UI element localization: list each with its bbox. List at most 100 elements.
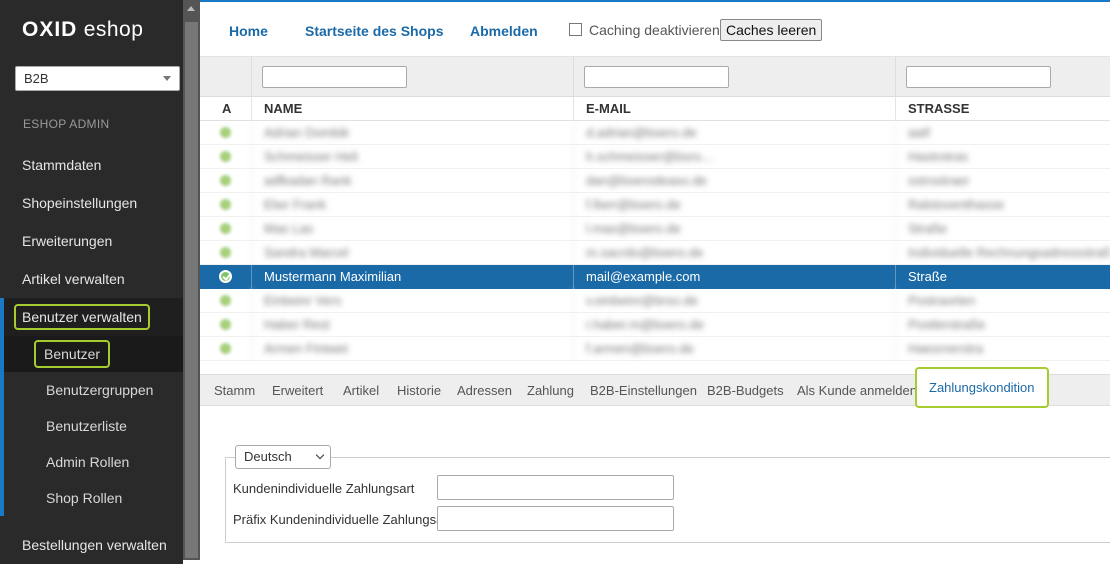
language-select[interactable]: Deutsch <box>235 445 331 469</box>
table-row[interactable]: adfkadan Rank dan@bserodeaso.de sstrostr… <box>200 169 1110 193</box>
active-cell <box>200 265 251 289</box>
filter-row <box>200 57 1110 97</box>
nav-item-benutzer-verwalten[interactable]: Benutzer verwalten <box>0 298 183 336</box>
tab-erweitert[interactable]: Erweitert <box>272 375 323 406</box>
table-row[interactable]: Haber Rest r.haber.m@bsero.de Postlerstr… <box>200 313 1110 337</box>
street-cell: Haesrnerstra <box>895 337 1110 361</box>
email-cell: mail@example.com <box>573 265 895 289</box>
nav-item-erweiterungen[interactable]: Erweiterungen <box>0 222 183 260</box>
name-cell: Schmeisser Heli <box>251 145 573 169</box>
caching-checkbox[interactable] <box>569 23 582 36</box>
column-header-active[interactable]: A <box>200 97 251 121</box>
payment-method-input[interactable] <box>437 475 674 500</box>
subnav-item-benutzerliste[interactable]: Benutzerliste <box>0 408 183 444</box>
street-cell: Postraorten <box>895 289 1110 313</box>
street-cell: aatf <box>895 121 1110 145</box>
top-bar: Home Startseite des Shops Abmelden Cachi… <box>200 0 1110 57</box>
name-cell: Sandra Marcel <box>251 241 573 265</box>
name-cell: adfkadan Rank <box>251 169 573 193</box>
nav-item-shopeinstellungen[interactable]: Shopeinstellungen <box>0 184 183 222</box>
payment-prefix-label: Präfix Kundenindividuelle Zahlungsart <box>233 512 452 527</box>
table-row[interactable]: Adrian Dombik d.adrian@bsero.de aatf <box>200 121 1110 145</box>
table-row[interactable]: Sandra Marcel m.sacrdo@bsero.de Individu… <box>200 241 1110 265</box>
active-status-icon <box>220 199 231 210</box>
nav-item-stammdaten[interactable]: Stammdaten <box>0 146 183 184</box>
caching-label: Caching deaktivieren <box>589 22 720 38</box>
column-header-email[interactable]: E-MAIL <box>573 97 895 121</box>
tab-stamm[interactable]: Stamm <box>214 375 255 406</box>
logo-light-text: eshop <box>83 18 144 41</box>
email-cell: f.llwrr@bsero.de <box>573 193 895 217</box>
nav-item-label: Benutzer verwalten <box>14 304 150 330</box>
scrollbar-thumb[interactable] <box>185 22 198 558</box>
email-filter-input[interactable] <box>584 66 729 88</box>
table-row[interactable]: Mas Las l.mas@bsero.de Straße <box>200 217 1110 241</box>
tab-bar: Stamm Erweitert Artikel Historie Adresse… <box>200 367 1110 408</box>
name-cell: Mas Las <box>251 217 573 241</box>
tab-b2b-einstellungen[interactable]: B2B-Einstellungen <box>590 375 697 406</box>
table-row[interactable]: Elwr Frank f.llwrr@bsero.de Ralstoventha… <box>200 193 1110 217</box>
subnav-item-shop-rollen[interactable]: Shop Rollen <box>0 480 183 516</box>
active-cell <box>200 217 251 241</box>
oxid-logo[interactable]: OXID eshop <box>22 18 143 42</box>
shop-select-value: B2B <box>24 71 49 86</box>
email-cell: dan@bserodeaso.de <box>573 169 895 193</box>
tab-adressen[interactable]: Adressen <box>457 375 512 406</box>
nav-item-artikel-verwalten[interactable]: Artikel verwalten <box>0 260 183 298</box>
table-row-selected[interactable]: Mustermann Maximilian mail@example.com S… <box>200 265 1110 289</box>
nav-item-bestellungen-verwalten[interactable]: Bestellungen verwalten <box>0 526 183 564</box>
payment-prefix-input[interactable] <box>437 506 674 531</box>
name-cell: Armen Fintwet <box>251 337 573 361</box>
street-cell: sstrostraer <box>895 169 1110 193</box>
email-cell: h.schmeisser@bsro... <box>573 145 895 169</box>
street-filter-input[interactable] <box>906 66 1051 88</box>
street-cell: Individuelle Rechnungsadressstraße <box>895 241 1110 265</box>
column-header-street[interactable]: STRASSE <box>895 97 1110 121</box>
email-cell: v.einbeinr@brso.de <box>573 289 895 313</box>
active-status-icon <box>220 319 231 330</box>
active-status-icon <box>220 175 231 186</box>
table-row[interactable]: Armen Fintwet f.armen@bsero.de Haesrners… <box>200 337 1110 361</box>
section-label: ESHOP ADMIN <box>23 117 110 131</box>
tab-historie[interactable]: Historie <box>397 375 441 406</box>
scroll-up-arrow-icon[interactable] <box>187 6 195 11</box>
active-cell <box>200 289 251 313</box>
column-header-name[interactable]: NAME <box>251 97 573 121</box>
name-filter-input[interactable] <box>262 66 407 88</box>
payment-method-label: Kundenindividuelle Zahlungsart <box>233 481 415 496</box>
subnav-item-benutzer[interactable]: Benutzer <box>0 336 183 372</box>
email-cell: d.adrian@bsero.de <box>573 121 895 145</box>
active-status-icon <box>220 295 231 306</box>
sidebar-scrollbar[interactable] <box>183 0 200 560</box>
tab-zahlung[interactable]: Zahlung <box>527 375 574 406</box>
chevron-down-icon <box>163 76 171 81</box>
table-row[interactable]: Einbeinr Vers v.einbeinr@brso.de Postrao… <box>200 289 1110 313</box>
name-cell: Elwr Frank <box>251 193 573 217</box>
tab-b2b-budgets[interactable]: B2B-Budgets <box>707 375 784 406</box>
home-link[interactable]: Home <box>229 23 268 39</box>
tab-zahlungskondition[interactable]: Zahlungskondition <box>915 367 1049 408</box>
email-cell: l.mas@bsero.de <box>573 217 895 241</box>
active-cell <box>200 337 251 361</box>
logout-link[interactable]: Abmelden <box>470 23 538 39</box>
shop-start-link[interactable]: Startseite des Shops <box>305 23 444 39</box>
active-cell <box>200 193 251 217</box>
filter-cell-street <box>895 57 1110 97</box>
active-status-icon <box>220 127 231 138</box>
street-cell: Straße <box>895 265 1110 289</box>
tab-artikel[interactable]: Artikel <box>343 375 379 406</box>
table-row[interactable]: Schmeisser Heli h.schmeisser@bsro... Has… <box>200 145 1110 169</box>
street-cell: Hastrotras <box>895 145 1110 169</box>
subnav-item-admin-rollen[interactable]: Admin Rollen <box>0 444 183 480</box>
street-cell: Ralstoventhasse <box>895 193 1110 217</box>
tab-als-kunde-anmelden[interactable]: Als Kunde anmelden <box>797 375 917 406</box>
email-cell: m.sacrdo@bsero.de <box>573 241 895 265</box>
clear-caches-button[interactable]: Caches leeren <box>720 19 823 41</box>
name-cell: Haber Rest <box>251 313 573 337</box>
subnav-item-label: Benutzer <box>34 340 111 368</box>
active-status-icon <box>220 247 231 258</box>
shop-select[interactable]: B2B <box>15 66 180 91</box>
street-cell: Postlerstraße <box>895 313 1110 337</box>
table-header: A NAME E-MAIL STRASSE <box>200 97 1110 121</box>
subnav-item-benutzergruppen[interactable]: Benutzergruppen <box>0 372 183 408</box>
